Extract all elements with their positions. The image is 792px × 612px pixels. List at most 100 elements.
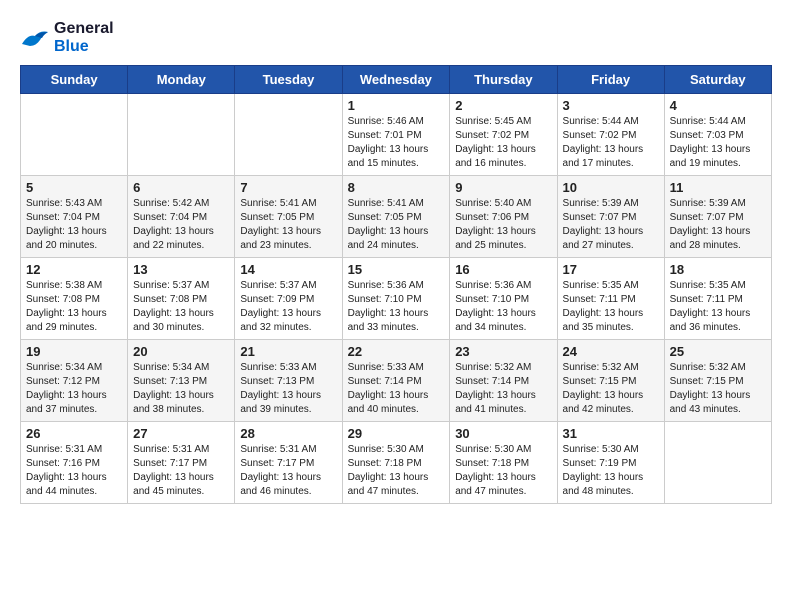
day-number: 17 bbox=[563, 262, 659, 277]
calendar-cell: 1 Sunrise: 5:46 AMSunset: 7:01 PMDayligh… bbox=[342, 94, 450, 176]
day-number: 16 bbox=[455, 262, 551, 277]
day-info: Sunrise: 5:33 AMSunset: 7:13 PMDaylight:… bbox=[240, 362, 321, 415]
day-info: Sunrise: 5:30 AMSunset: 7:18 PMDaylight:… bbox=[348, 444, 429, 497]
day-info: Sunrise: 5:34 AMSunset: 7:13 PMDaylight:… bbox=[133, 362, 214, 415]
day-info: Sunrise: 5:44 AMSunset: 7:03 PMDaylight:… bbox=[670, 116, 751, 169]
day-info: Sunrise: 5:31 AMSunset: 7:17 PMDaylight:… bbox=[133, 444, 214, 497]
calendar-cell: 20 Sunrise: 5:34 AMSunset: 7:13 PMDaylig… bbox=[128, 340, 235, 422]
day-number: 23 bbox=[455, 344, 551, 359]
weekday-header: Wednesday bbox=[342, 66, 450, 94]
day-info: Sunrise: 5:35 AMSunset: 7:11 PMDaylight:… bbox=[670, 280, 751, 333]
day-info: Sunrise: 5:44 AMSunset: 7:02 PMDaylight:… bbox=[563, 116, 644, 169]
day-number: 2 bbox=[455, 98, 551, 113]
weekday-header: Saturday bbox=[664, 66, 771, 94]
day-info: Sunrise: 5:42 AMSunset: 7:04 PMDaylight:… bbox=[133, 198, 214, 251]
weekday-header: Thursday bbox=[450, 66, 557, 94]
day-info: Sunrise: 5:45 AMSunset: 7:02 PMDaylight:… bbox=[455, 116, 536, 169]
day-info: Sunrise: 5:36 AMSunset: 7:10 PMDaylight:… bbox=[348, 280, 429, 333]
day-number: 10 bbox=[563, 180, 659, 195]
logo-line1: General bbox=[54, 20, 114, 38]
day-info: Sunrise: 5:37 AMSunset: 7:08 PMDaylight:… bbox=[133, 280, 214, 333]
day-number: 25 bbox=[670, 344, 766, 359]
calendar-cell: 24 Sunrise: 5:32 AMSunset: 7:15 PMDaylig… bbox=[557, 340, 664, 422]
weekday-header: Sunday bbox=[21, 66, 128, 94]
weekday-header: Tuesday bbox=[235, 66, 342, 94]
day-number: 11 bbox=[670, 180, 766, 195]
calendar-cell: 9 Sunrise: 5:40 AMSunset: 7:06 PMDayligh… bbox=[450, 176, 557, 258]
day-info: Sunrise: 5:39 AMSunset: 7:07 PMDaylight:… bbox=[670, 198, 751, 251]
calendar-cell: 31 Sunrise: 5:30 AMSunset: 7:19 PMDaylig… bbox=[557, 422, 664, 504]
day-number: 24 bbox=[563, 344, 659, 359]
calendar-week-row: 12 Sunrise: 5:38 AMSunset: 7:08 PMDaylig… bbox=[21, 258, 772, 340]
day-number: 9 bbox=[455, 180, 551, 195]
day-info: Sunrise: 5:41 AMSunset: 7:05 PMDaylight:… bbox=[240, 198, 321, 251]
calendar-cell: 15 Sunrise: 5:36 AMSunset: 7:10 PMDaylig… bbox=[342, 258, 450, 340]
day-number: 31 bbox=[563, 426, 659, 441]
day-info: Sunrise: 5:32 AMSunset: 7:15 PMDaylight:… bbox=[563, 362, 644, 415]
day-number: 7 bbox=[240, 180, 336, 195]
calendar-cell: 8 Sunrise: 5:41 AMSunset: 7:05 PMDayligh… bbox=[342, 176, 450, 258]
logo-line2: Blue bbox=[54, 38, 114, 56]
day-number: 8 bbox=[348, 180, 445, 195]
calendar-cell: 3 Sunrise: 5:44 AMSunset: 7:02 PMDayligh… bbox=[557, 94, 664, 176]
calendar-table: SundayMondayTuesdayWednesdayThursdayFrid… bbox=[20, 65, 772, 504]
calendar-cell: 23 Sunrise: 5:32 AMSunset: 7:14 PMDaylig… bbox=[450, 340, 557, 422]
day-info: Sunrise: 5:30 AMSunset: 7:19 PMDaylight:… bbox=[563, 444, 644, 497]
calendar-cell bbox=[235, 94, 342, 176]
weekday-header: Friday bbox=[557, 66, 664, 94]
day-info: Sunrise: 5:35 AMSunset: 7:11 PMDaylight:… bbox=[563, 280, 644, 333]
calendar-cell: 28 Sunrise: 5:31 AMSunset: 7:17 PMDaylig… bbox=[235, 422, 342, 504]
logo-icon bbox=[20, 26, 50, 50]
day-number: 12 bbox=[26, 262, 122, 277]
calendar-cell: 21 Sunrise: 5:33 AMSunset: 7:13 PMDaylig… bbox=[235, 340, 342, 422]
calendar-week-row: 1 Sunrise: 5:46 AMSunset: 7:01 PMDayligh… bbox=[21, 94, 772, 176]
day-info: Sunrise: 5:38 AMSunset: 7:08 PMDaylight:… bbox=[26, 280, 107, 333]
day-info: Sunrise: 5:41 AMSunset: 7:05 PMDaylight:… bbox=[348, 198, 429, 251]
day-info: Sunrise: 5:46 AMSunset: 7:01 PMDaylight:… bbox=[348, 116, 429, 169]
page-header: General Blue bbox=[20, 20, 772, 55]
calendar-cell: 27 Sunrise: 5:31 AMSunset: 7:17 PMDaylig… bbox=[128, 422, 235, 504]
day-number: 4 bbox=[670, 98, 766, 113]
calendar-cell: 17 Sunrise: 5:35 AMSunset: 7:11 PMDaylig… bbox=[557, 258, 664, 340]
calendar-cell: 26 Sunrise: 5:31 AMSunset: 7:16 PMDaylig… bbox=[21, 422, 128, 504]
calendar-cell: 25 Sunrise: 5:32 AMSunset: 7:15 PMDaylig… bbox=[664, 340, 771, 422]
day-number: 29 bbox=[348, 426, 445, 441]
day-info: Sunrise: 5:33 AMSunset: 7:14 PMDaylight:… bbox=[348, 362, 429, 415]
calendar-cell: 7 Sunrise: 5:41 AMSunset: 7:05 PMDayligh… bbox=[235, 176, 342, 258]
calendar-cell: 29 Sunrise: 5:30 AMSunset: 7:18 PMDaylig… bbox=[342, 422, 450, 504]
day-number: 22 bbox=[348, 344, 445, 359]
calendar-week-row: 19 Sunrise: 5:34 AMSunset: 7:12 PMDaylig… bbox=[21, 340, 772, 422]
day-number: 14 bbox=[240, 262, 336, 277]
day-info: Sunrise: 5:36 AMSunset: 7:10 PMDaylight:… bbox=[455, 280, 536, 333]
day-number: 20 bbox=[133, 344, 229, 359]
calendar-cell: 14 Sunrise: 5:37 AMSunset: 7:09 PMDaylig… bbox=[235, 258, 342, 340]
calendar-week-row: 5 Sunrise: 5:43 AMSunset: 7:04 PMDayligh… bbox=[21, 176, 772, 258]
day-number: 3 bbox=[563, 98, 659, 113]
day-number: 1 bbox=[348, 98, 445, 113]
calendar-cell: 2 Sunrise: 5:45 AMSunset: 7:02 PMDayligh… bbox=[450, 94, 557, 176]
day-number: 27 bbox=[133, 426, 229, 441]
day-number: 28 bbox=[240, 426, 336, 441]
day-info: Sunrise: 5:37 AMSunset: 7:09 PMDaylight:… bbox=[240, 280, 321, 333]
day-info: Sunrise: 5:34 AMSunset: 7:12 PMDaylight:… bbox=[26, 362, 107, 415]
day-number: 5 bbox=[26, 180, 122, 195]
calendar-cell: 22 Sunrise: 5:33 AMSunset: 7:14 PMDaylig… bbox=[342, 340, 450, 422]
day-number: 18 bbox=[670, 262, 766, 277]
calendar-cell: 4 Sunrise: 5:44 AMSunset: 7:03 PMDayligh… bbox=[664, 94, 771, 176]
calendar-cell bbox=[21, 94, 128, 176]
weekday-header: Monday bbox=[128, 66, 235, 94]
calendar-cell: 16 Sunrise: 5:36 AMSunset: 7:10 PMDaylig… bbox=[450, 258, 557, 340]
calendar-cell: 13 Sunrise: 5:37 AMSunset: 7:08 PMDaylig… bbox=[128, 258, 235, 340]
day-info: Sunrise: 5:40 AMSunset: 7:06 PMDaylight:… bbox=[455, 198, 536, 251]
calendar-cell: 19 Sunrise: 5:34 AMSunset: 7:12 PMDaylig… bbox=[21, 340, 128, 422]
day-number: 6 bbox=[133, 180, 229, 195]
day-number: 19 bbox=[26, 344, 122, 359]
day-info: Sunrise: 5:32 AMSunset: 7:15 PMDaylight:… bbox=[670, 362, 751, 415]
day-info: Sunrise: 5:31 AMSunset: 7:16 PMDaylight:… bbox=[26, 444, 107, 497]
calendar-cell: 5 Sunrise: 5:43 AMSunset: 7:04 PMDayligh… bbox=[21, 176, 128, 258]
day-info: Sunrise: 5:32 AMSunset: 7:14 PMDaylight:… bbox=[455, 362, 536, 415]
day-info: Sunrise: 5:31 AMSunset: 7:17 PMDaylight:… bbox=[240, 444, 321, 497]
calendar-cell bbox=[128, 94, 235, 176]
logo: General Blue bbox=[20, 20, 114, 55]
calendar-cell: 30 Sunrise: 5:30 AMSunset: 7:18 PMDaylig… bbox=[450, 422, 557, 504]
